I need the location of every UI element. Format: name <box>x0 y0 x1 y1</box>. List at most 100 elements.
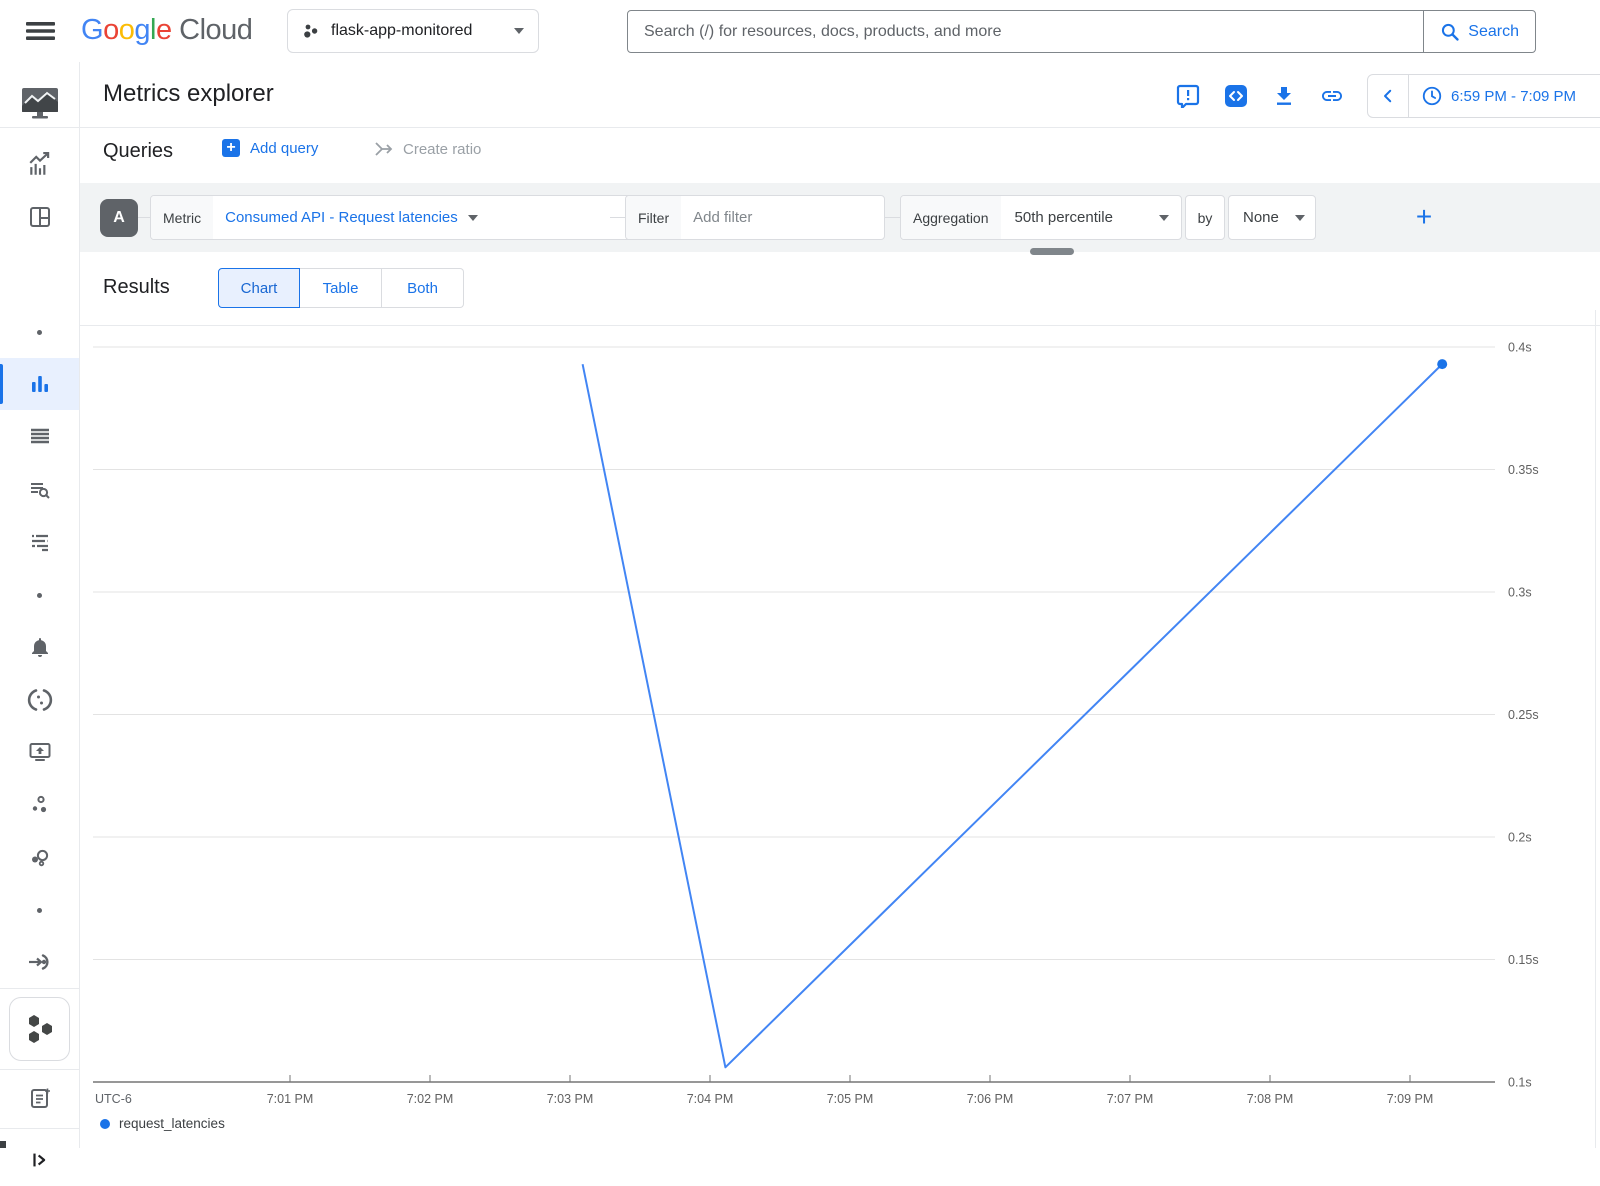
sidebar-item-metrics-explorer[interactable] <box>0 358 79 410</box>
x-axis-label: 7:04 PM <box>687 1092 734 1106</box>
note-add-icon <box>28 1086 52 1110</box>
filter-input[interactable] <box>681 209 875 226</box>
x-axis-label: 7:01 PM <box>267 1092 314 1106</box>
sidebar-item-detect[interactable] <box>0 832 79 884</box>
aggregation-value[interactable]: 50th percentile <box>1001 209 1159 226</box>
search-button[interactable]: Search <box>1423 11 1535 52</box>
x-axis-label: 7:08 PM <box>1247 1092 1294 1106</box>
sidebar-item-alerting[interactable] <box>0 621 79 673</box>
left-navigation-rail <box>0 62 80 1148</box>
google-cloud-logo: Google Cloud <box>81 14 252 47</box>
search-icon <box>1440 22 1460 42</box>
sidebar-item-pinned-product[interactable] <box>9 997 70 1061</box>
sidebar-item-groups[interactable] <box>0 779 79 831</box>
sidebar-group-dot <box>0 884 79 936</box>
clock-icon <box>1421 85 1443 107</box>
project-icon <box>302 23 319 40</box>
merge-arrow-icon <box>374 139 394 159</box>
create-ratio-label: Create ratio <box>403 141 481 158</box>
sidebar-item-integrations[interactable] <box>0 936 79 988</box>
latency-chart-area[interactable]: 0.4s0.35s0.3s0.25s0.2s0.15s0.1s7:01 PM7:… <box>80 300 1600 1148</box>
metric-value[interactable]: Consumed API - Request latencies <box>213 209 468 226</box>
chevron-left-icon <box>1379 87 1397 105</box>
global-search-bar: Search <box>627 10 1536 53</box>
integration-arrow-icon <box>27 950 53 974</box>
sidebar-expand-button[interactable] <box>0 1134 79 1186</box>
two-circles-icon <box>28 846 52 870</box>
cluster-circles-icon <box>28 793 52 817</box>
bar-chart-icon <box>28 372 52 396</box>
search-button-label: Search <box>1468 23 1519 41</box>
timezone-label: UTC-6 <box>95 1092 132 1106</box>
y-axis-label: 0.3s <box>1508 586 1532 600</box>
connector-line <box>138 217 150 218</box>
sidebar-item-tune[interactable] <box>0 516 79 568</box>
trending-chart-icon <box>27 152 53 178</box>
expand-panel-icon <box>29 1149 51 1171</box>
queries-heading: Queries <box>103 140 173 163</box>
sidebar-divider <box>0 988 80 989</box>
share-link-button[interactable] <box>1320 84 1344 108</box>
sidebar-item-list[interactable] <box>0 410 79 462</box>
feedback-icon <box>1176 84 1200 108</box>
y-axis-label: 0.4s <box>1508 341 1532 355</box>
y-axis-label: 0.2s <box>1508 831 1532 845</box>
chevron-down-icon[interactable] <box>468 215 478 221</box>
sidebar-group-dot <box>0 569 79 621</box>
feedback-button[interactable] <box>1176 84 1200 108</box>
add-aggregation-button[interactable]: + <box>1406 199 1442 235</box>
x-axis-label: 7:07 PM <box>1107 1092 1154 1106</box>
by-label-box: by <box>1185 195 1225 240</box>
sidebar-item-dashboards[interactable] <box>0 191 79 243</box>
x-axis-label: 7:03 PM <box>547 1092 594 1106</box>
group-by-value: None <box>1229 209 1295 226</box>
sidebar-divider <box>0 1069 80 1070</box>
sidebar-item-release-notes[interactable] <box>0 1072 79 1124</box>
chevron-down-icon[interactable] <box>1159 215 1169 221</box>
chart-legend: request_latencies <box>100 1116 225 1131</box>
query-letter-badge[interactable]: A <box>100 199 138 237</box>
cut-off-element <box>0 1141 6 1148</box>
download-button[interactable] <box>1272 84 1296 108</box>
monitoring-logo-icon <box>20 86 60 120</box>
logo-cloud-text: Cloud <box>179 14 252 46</box>
aggregation-label: Aggregation <box>901 196 1001 239</box>
sidebar-item-monitoring-home[interactable] <box>0 77 79 129</box>
resize-drag-handle[interactable] <box>1030 248 1074 255</box>
sidebar-item-log-search[interactable] <box>0 464 79 516</box>
plus-box-icon: + <box>222 139 240 157</box>
add-query-label: Add query <box>250 140 318 157</box>
x-axis-label: 7:09 PM <box>1387 1092 1434 1106</box>
latency-line-chart[interactable]: 0.4s0.35s0.3s0.25s0.2s0.15s0.1s7:01 PM7:… <box>80 300 1600 1148</box>
sidebar-item-managed-services[interactable] <box>0 674 79 726</box>
search-input[interactable] <box>628 23 1423 41</box>
legend-series-label: request_latencies <box>119 1116 225 1131</box>
by-label: by <box>1198 210 1213 226</box>
x-axis-label: 7:05 PM <box>827 1092 874 1106</box>
top-app-bar: Google Cloud flask-app-monitored Search <box>0 0 1600 62</box>
y-axis-label: 0.1s <box>1508 1076 1532 1090</box>
code-brackets-circle-icon <box>27 687 53 713</box>
create-ratio-button[interactable]: Create ratio <box>374 139 481 159</box>
results-heading: Results <box>103 276 170 299</box>
list-icon <box>28 424 52 448</box>
dot-icon <box>37 908 42 913</box>
view-code-button[interactable] <box>1224 84 1248 108</box>
dot-icon <box>37 330 42 335</box>
connector-line <box>610 217 625 218</box>
hamburger-menu-button[interactable] <box>24 19 57 43</box>
time-range-selector: 6:59 PM - 7:09 PM <box>1367 74 1600 118</box>
group-by-selector[interactable]: None <box>1228 195 1316 240</box>
project-selector[interactable]: flask-app-monitored <box>287 9 539 53</box>
dot-icon <box>37 593 42 598</box>
sidebar-item-overview[interactable] <box>0 139 79 191</box>
sidebar-group-dot <box>0 306 79 358</box>
link-icon <box>1320 84 1344 108</box>
filter-field: Filter <box>625 195 885 240</box>
list-search-icon <box>28 478 52 502</box>
add-query-button[interactable]: + Add query <box>222 139 318 157</box>
sidebar-item-screen[interactable] <box>0 726 79 778</box>
filter-label: Filter <box>626 196 681 239</box>
time-range-value[interactable]: 6:59 PM - 7:09 PM <box>1451 88 1576 105</box>
collapse-time-panel-button[interactable] <box>1368 75 1409 117</box>
